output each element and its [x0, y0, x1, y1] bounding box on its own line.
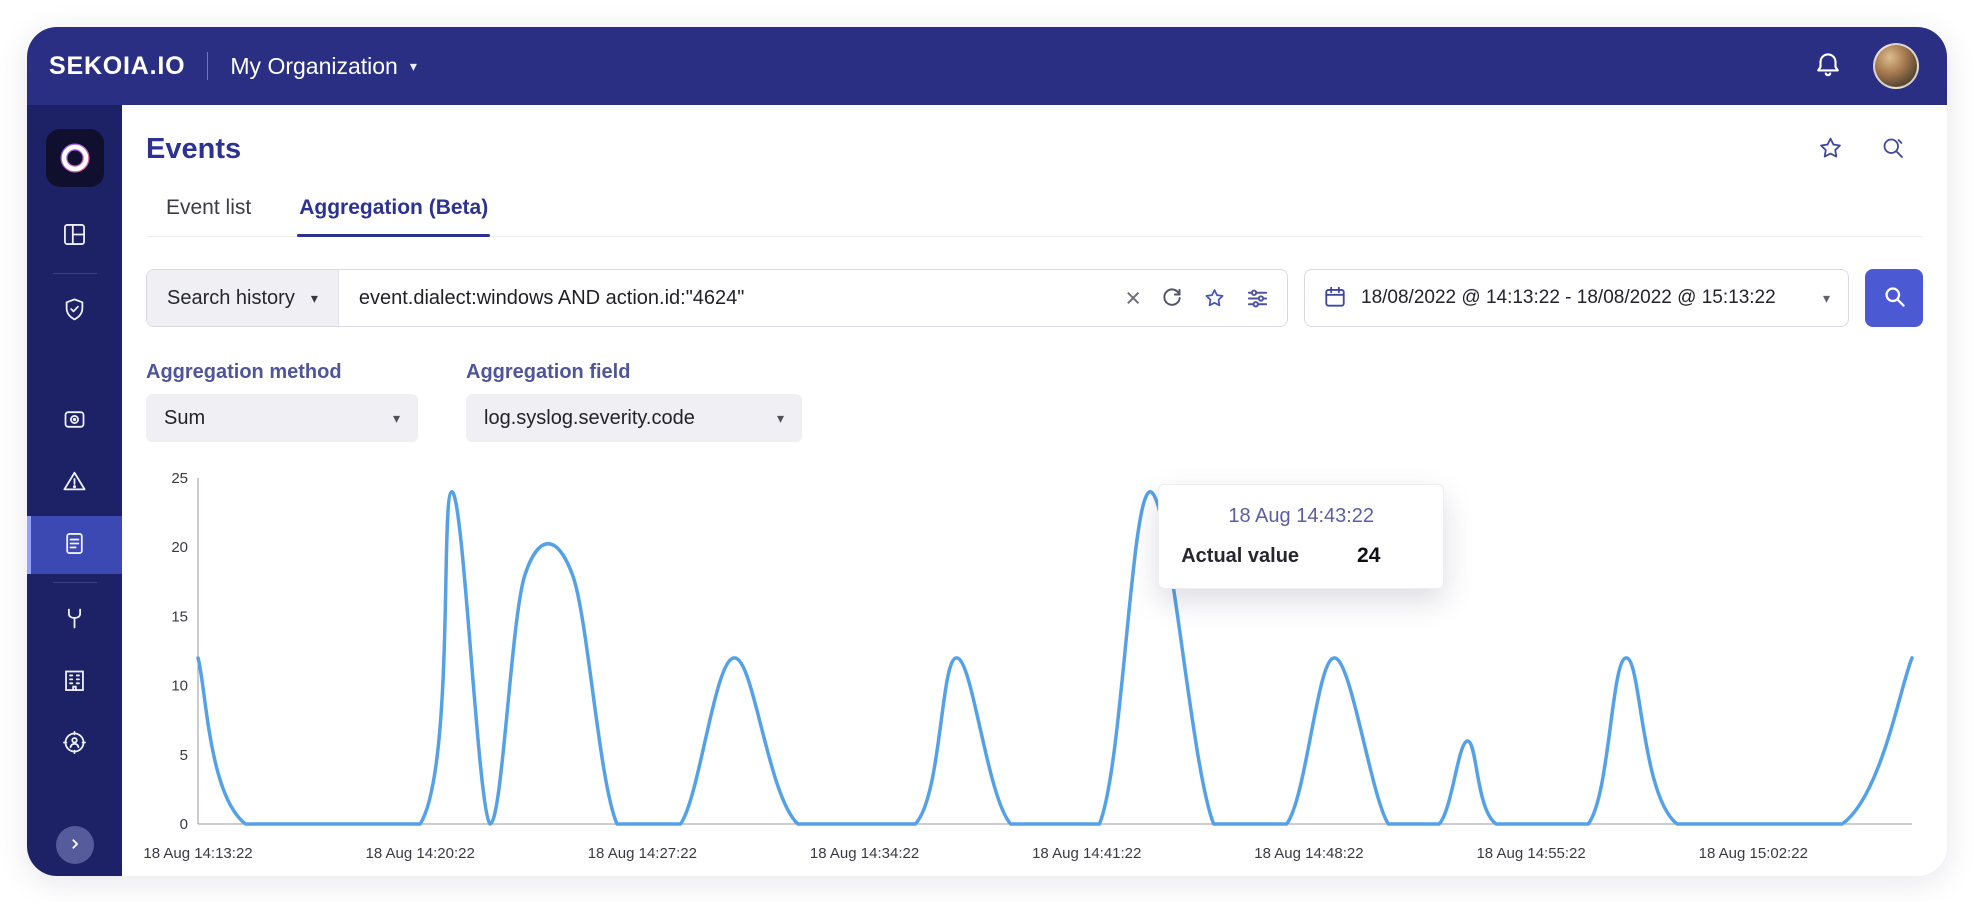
aggregation-field-select[interactable]: log.syslog.severity.code ▾ [466, 394, 802, 442]
app-body: Events Event list Aggregation (Beta) Sea… [27, 105, 1947, 876]
search-actions: × [1125, 284, 1287, 312]
sidebar-item-cti[interactable] [27, 715, 122, 773]
bell-icon [1813, 50, 1843, 83]
svg-text:18 Aug 14:34:22: 18 Aug 14:34:22 [810, 845, 919, 862]
notifications-button[interactable] [1813, 50, 1843, 83]
content-header: Events [146, 133, 1923, 166]
aggregation-field-value: log.syslog.severity.code [484, 406, 695, 429]
dashboard-icon [61, 221, 88, 251]
line-chart-canvas[interactable]: 0 5 10 15 20 25 18 Aug 14:13:22 18 Aug 14:20:22… [143, 468, 1922, 870]
aggregation-method-value: Sum [164, 406, 206, 429]
search-box: Search history ▾ × [146, 269, 1288, 327]
aggregation-method-label: Aggregation method [146, 361, 342, 383]
page-title: Events [146, 133, 242, 165]
save-search-star-icon[interactable] [1203, 287, 1226, 310]
avatar[interactable] [1873, 43, 1919, 89]
sidebar-item-organization[interactable] [27, 653, 122, 711]
aggregation-controls: Aggregation method Sum ▾ Aggregation fie… [146, 361, 1923, 442]
svg-text:5: 5 [180, 747, 188, 764]
search-row: Search history ▾ × [146, 269, 1923, 327]
events-list-icon [61, 530, 88, 560]
sidebar-divider [52, 582, 97, 583]
hunting-icon [61, 605, 88, 635]
org-selector[interactable]: My Organization ▾ [230, 53, 417, 80]
chart-tooltip: 18 Aug 14:43:22 Actual value 24 [1158, 484, 1445, 589]
chevron-right-icon [65, 834, 85, 857]
chevron-down-icon: ▾ [310, 289, 318, 306]
tab-aggregation-beta[interactable]: Aggregation (Beta) [297, 196, 491, 237]
sidebar-collapse-button[interactable] [55, 826, 94, 864]
favorite-button[interactable] [1817, 135, 1844, 165]
search-edit-icon [1880, 135, 1907, 165]
refresh-icon[interactable] [1161, 287, 1183, 309]
chevron-down-icon: ▾ [409, 57, 417, 74]
svg-text:18 Aug 14:13:22: 18 Aug 14:13:22 [143, 845, 252, 862]
tooltip-value: 24 [1357, 544, 1381, 567]
shield-check-icon [61, 296, 88, 326]
chevron-down-icon: ▾ [1822, 289, 1830, 306]
chevron-down-icon: ▾ [776, 409, 784, 426]
target-user-icon [61, 729, 88, 759]
svg-text:18 Aug 14:55:22: 18 Aug 14:55:22 [1476, 845, 1585, 862]
tooltip-timestamp: 18 Aug 14:43:22 [1228, 505, 1375, 527]
date-range-text: 18/08/2022 @ 14:13:22 - 18/08/2022 @ 15:… [1361, 287, 1776, 308]
sidebar-item-alerts[interactable] [27, 454, 122, 512]
svg-text:18 Aug 14:20:22: 18 Aug 14:20:22 [366, 845, 475, 862]
sidebar-item-dashboard[interactable] [27, 207, 122, 265]
sidebar-item-events[interactable] [27, 516, 122, 574]
date-range-picker[interactable]: 18/08/2022 @ 14:13:22 - 18/08/2022 @ 15:… [1304, 269, 1849, 327]
sidebar-item-shield[interactable] [27, 282, 122, 340]
aggregation-method-group: Aggregation method Sum ▾ [146, 361, 418, 442]
aggregation-field-group: Aggregation field log.syslog.severity.co… [466, 361, 802, 442]
star-outline-icon [1817, 135, 1844, 165]
building-icon [61, 667, 88, 697]
chevron-down-icon: ▾ [392, 409, 400, 426]
svg-text:0: 0 [180, 816, 188, 833]
search-icon [1882, 284, 1907, 312]
aggregation-method-select[interactable]: Sum ▾ [146, 394, 418, 442]
svg-text:18 Aug 14:41:22: 18 Aug 14:41:22 [1032, 845, 1141, 862]
sidebar-item-hunting[interactable] [27, 591, 122, 649]
sidebar-item-intakes[interactable] [27, 392, 122, 450]
search-query-input[interactable] [338, 286, 1126, 310]
header-actions [1817, 135, 1923, 165]
svg-text:15: 15 [171, 608, 188, 625]
svg-text:20: 20 [171, 539, 188, 556]
intake-icon [61, 406, 88, 436]
screen: SEKOIA.IO My Organization ▾ Events Event… [0, 0, 1974, 903]
app-window: SEKOIA.IO My Organization ▾ Events Event… [27, 27, 1947, 876]
search-history-label: Search history [167, 286, 295, 309]
saved-searches-button[interactable] [1880, 135, 1907, 165]
svg-text:10: 10 [171, 678, 188, 695]
sekoia-logo-icon[interactable] [45, 129, 104, 187]
tooltip-label: Actual value [1181, 544, 1300, 567]
svg-text:25: 25 [171, 470, 188, 487]
topbar: SEKOIA.IO My Organization ▾ [27, 27, 1947, 105]
tab-event-list[interactable]: Event list [164, 196, 253, 236]
brand-logo[interactable]: SEKOIA.IO [49, 52, 185, 81]
tab-bar: Event list Aggregation (Beta) [146, 196, 1923, 237]
filter-settings-icon[interactable] [1246, 287, 1269, 310]
topbar-separator [207, 52, 209, 80]
sidebar-divider [52, 273, 97, 274]
sidebar [27, 105, 122, 876]
clear-search-icon[interactable]: × [1125, 284, 1141, 312]
alert-triangle-icon [61, 468, 88, 498]
search-history-dropdown[interactable]: Search history ▾ [147, 270, 339, 326]
tooltip-row: Actual value 24 [1181, 544, 1421, 568]
svg-text:18 Aug 15:02:22: 18 Aug 15:02:22 [1699, 845, 1808, 862]
events-aggregation-chart[interactable]: 0 5 10 15 20 25 18 Aug 14:13:22 18 Aug 14:20:22… [143, 468, 1923, 870]
svg-text:18 Aug 14:27:22: 18 Aug 14:27:22 [588, 845, 697, 862]
svg-text:18 Aug 14:48:22: 18 Aug 14:48:22 [1254, 845, 1363, 862]
org-name: My Organization [230, 52, 398, 79]
main-content: Events Event list Aggregation (Beta) Sea… [122, 105, 1947, 876]
calendar-icon [1323, 285, 1347, 312]
search-submit-button[interactable] [1865, 269, 1923, 327]
aggregation-field-label: Aggregation field [466, 361, 631, 383]
